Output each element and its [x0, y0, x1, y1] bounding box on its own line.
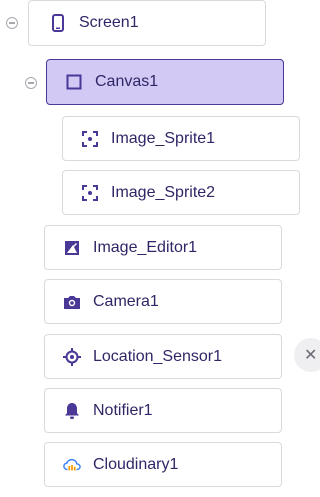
tree-node-label: Image_Sprite1	[111, 129, 216, 147]
tree-node-label: Cloudinary1	[93, 455, 179, 473]
tree-node-camera[interactable]: Camera1	[44, 279, 282, 324]
image-edit-icon	[63, 239, 81, 257]
close-icon: ✕	[304, 347, 318, 364]
tree-node-label: Notifier1	[93, 401, 153, 419]
tree-node-label: Image_Editor1	[93, 238, 198, 256]
cloud-icon	[63, 456, 81, 474]
tree-node-location-sensor[interactable]: Location_Sensor1	[44, 334, 282, 379]
bell-icon	[63, 402, 81, 420]
collapse-canvas-toggle[interactable]	[25, 77, 37, 89]
collapse-screen-toggle[interactable]	[6, 17, 18, 29]
tree-node-label: Screen1	[79, 14, 139, 31]
tree-node-sprite-1[interactable]: Image_Sprite1	[62, 116, 300, 161]
location-icon	[63, 347, 81, 366]
sprite-icon	[81, 184, 99, 202]
tree-node-label: Camera1	[93, 292, 159, 310]
tree-node-label: Canvas1	[95, 73, 159, 90]
tree-node-label: Image_Sprite2	[111, 183, 216, 201]
tree-node-sprite-2[interactable]: Image_Sprite2	[62, 170, 300, 215]
close-button[interactable]: ✕	[294, 338, 320, 372]
tree-node-canvas[interactable]: Canvas1	[46, 59, 284, 105]
tree-node-notifier[interactable]: Notifier1	[44, 388, 282, 433]
camera-icon	[63, 293, 81, 311]
tree-node-cloudinary[interactable]: Cloudinary1	[44, 442, 282, 487]
square-icon	[65, 73, 83, 91]
tree-node-screen[interactable]: Screen1	[28, 0, 266, 46]
tree-node-image-editor[interactable]: Image_Editor1	[44, 225, 282, 270]
tree-node-label: Location_Sensor1	[93, 347, 222, 365]
sprite-icon	[81, 130, 99, 148]
phone-icon	[49, 14, 67, 32]
